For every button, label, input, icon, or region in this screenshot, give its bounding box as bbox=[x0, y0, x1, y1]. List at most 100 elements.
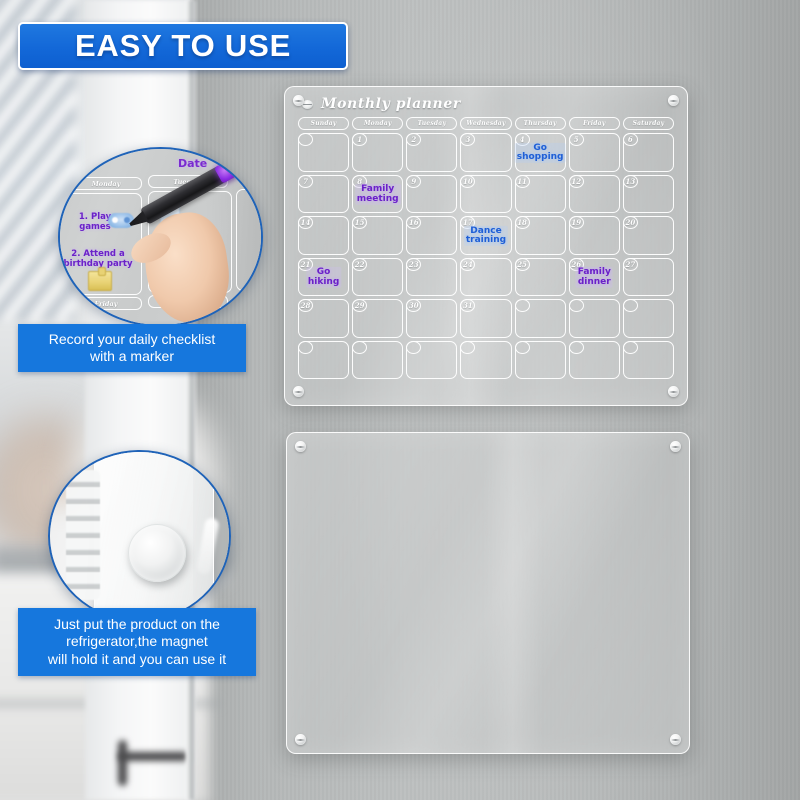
blank-magnet-top-right bbox=[670, 441, 681, 452]
day-note: Dance training bbox=[463, 225, 509, 247]
zoom-checklist-item-2: 2. Attend a birthday party bbox=[63, 249, 133, 270]
day-header-label: Tuesday bbox=[417, 120, 447, 127]
calendar-day-cell[interactable]: 15 bbox=[352, 216, 404, 255]
day-number bbox=[622, 340, 638, 354]
zoom-date-label: Date bbox=[178, 157, 208, 170]
fridge-door-white-panel bbox=[85, 0, 195, 800]
day-note: Family dinner bbox=[575, 267, 613, 288]
calendar-day-cell[interactable]: 28 bbox=[298, 299, 350, 338]
fridge-door-seam bbox=[186, 0, 194, 800]
calendar-day-cell[interactable]: 3 bbox=[460, 133, 512, 172]
zoom-header-friday: Friday bbox=[70, 297, 142, 310]
day-number bbox=[514, 299, 530, 312]
day-number: 6 bbox=[622, 133, 638, 146]
calendar-day-cell[interactable] bbox=[298, 340, 350, 379]
day-header-label: Sunday bbox=[310, 120, 337, 127]
day-number: 23 bbox=[406, 257, 422, 271]
calendar-day-cell[interactable]: 29 bbox=[352, 299, 404, 338]
calendar-day-cell[interactable]: 10 bbox=[460, 174, 512, 213]
acrylic-calendar-board[interactable]: Monthly planner Sunday Monday Tuesday Wedne… bbox=[284, 86, 688, 406]
calendar-day-cell[interactable]: 21 Go hiking bbox=[298, 257, 350, 296]
calendar-day-cell[interactable] bbox=[514, 340, 566, 379]
day-number: 19 bbox=[568, 216, 584, 229]
calendar-day-cell[interactable]: 6 bbox=[622, 133, 674, 172]
day-number bbox=[352, 340, 368, 354]
calendar-day-cell[interactable] bbox=[568, 299, 620, 338]
day-header-monday: Monday bbox=[352, 117, 404, 130]
calendar-day-cell[interactable] bbox=[406, 340, 458, 379]
magnet-bottom-left bbox=[293, 386, 304, 397]
zoom-circle-magnet bbox=[48, 450, 231, 622]
day-number: 20 bbox=[622, 216, 638, 229]
calendar-day-cell[interactable] bbox=[622, 340, 674, 379]
day-header-thursday: Thursday bbox=[514, 117, 566, 130]
calendar-day-cell[interactable]: 4 Go shopping bbox=[514, 133, 566, 172]
calendar-day-cell[interactable]: 30 bbox=[406, 299, 458, 338]
calendar-day-cell[interactable] bbox=[514, 299, 566, 338]
calendar-day-cell[interactable]: 22 bbox=[352, 257, 404, 296]
blank-magnet-bottom-right bbox=[670, 734, 681, 745]
calendar-day-cell[interactable]: 23 bbox=[406, 257, 458, 296]
blank-magnet-top-left bbox=[295, 441, 306, 452]
day-header-sunday: Sunday bbox=[298, 117, 350, 130]
caption-magnet: Just put the product on the refrigerator… bbox=[18, 608, 256, 676]
calendar-day-cell[interactable]: 20 bbox=[622, 216, 674, 255]
calendar-day-cell[interactable]: 14 bbox=[298, 216, 350, 255]
calendar-day-cell[interactable]: 1 bbox=[352, 133, 404, 172]
calendar-day-cell[interactable]: 25 bbox=[514, 257, 566, 296]
calendar-day-cell[interactable] bbox=[622, 299, 674, 338]
calendar-day-cell[interactable]: 8 Family meeting bbox=[352, 174, 404, 213]
cabinet-handle-stem bbox=[118, 740, 127, 786]
planner-title: Monthly planner bbox=[321, 96, 461, 112]
day-number: 10 bbox=[460, 174, 476, 188]
calendar-day-cell[interactable]: 24 bbox=[460, 257, 512, 296]
calendar-day-cell[interactable]: 13 bbox=[622, 174, 674, 213]
calendar-day-cell[interactable] bbox=[568, 340, 620, 379]
magnet-bottom-right bbox=[668, 386, 679, 397]
day-number bbox=[460, 340, 476, 354]
day-number: 29 bbox=[352, 299, 368, 312]
day-number: 28 bbox=[298, 299, 313, 312]
calendar-day-cell[interactable] bbox=[298, 133, 350, 172]
day-number: 15 bbox=[352, 216, 368, 229]
magnet-top-left bbox=[293, 95, 304, 106]
headline-text: EASY TO USE bbox=[74, 28, 292, 63]
magnet-disc-closeup-icon bbox=[128, 524, 186, 582]
day-header-label: Monday bbox=[363, 120, 392, 127]
calendar-grid: Sunday Monday Tuesday Wednesday Thursday Frid… bbox=[298, 117, 674, 379]
acrylic-blank-board[interactable] bbox=[286, 432, 690, 754]
caption-marker: Record your daily checklist with a marke… bbox=[18, 324, 246, 372]
calendar-day-cell[interactable]: 17 Dance training bbox=[460, 216, 512, 255]
day-header-label: Friday bbox=[583, 120, 606, 127]
calendar-day-cell[interactable]: 26 Family dinner bbox=[568, 257, 620, 296]
day-number: 9 bbox=[406, 174, 422, 188]
calendar-day-cell[interactable]: 12 bbox=[568, 174, 620, 213]
day-note: Go hiking bbox=[305, 267, 342, 288]
calendar-day-cell[interactable]: 7 bbox=[298, 174, 350, 213]
calendar-day-cell[interactable]: 18 bbox=[514, 216, 566, 255]
zoom-header-monday: Monday bbox=[70, 177, 142, 190]
calendar-day-cell[interactable]: 2 bbox=[406, 133, 458, 172]
calendar-day-cell[interactable] bbox=[352, 340, 404, 379]
calendar-day-cell[interactable]: 31 bbox=[460, 299, 512, 338]
calendar-day-cell[interactable]: 27 bbox=[622, 257, 674, 296]
day-number: 12 bbox=[568, 174, 584, 188]
day-header-label: Thursday bbox=[523, 120, 557, 127]
magnet-top-right bbox=[668, 95, 679, 106]
blank-board-reflection bbox=[483, 433, 543, 753]
calendar-day-cell[interactable]: 19 bbox=[568, 216, 620, 255]
day-number: 25 bbox=[514, 257, 530, 271]
calendar-day-cell[interactable]: 5 bbox=[568, 133, 620, 172]
day-number bbox=[568, 299, 584, 312]
day-number: 24 bbox=[460, 257, 476, 271]
calendar-day-cell[interactable]: 9 bbox=[406, 174, 458, 213]
cabinet-handle-icon bbox=[118, 752, 188, 761]
day-number bbox=[622, 299, 638, 312]
day-number: 3 bbox=[460, 133, 476, 146]
day-note: Family meeting bbox=[354, 184, 401, 205]
game-controller-sticker-icon bbox=[108, 213, 134, 228]
calendar-day-cell[interactable]: 11 bbox=[514, 174, 566, 213]
calendar-day-cell[interactable] bbox=[460, 340, 512, 379]
calendar-day-cell[interactable]: 16 bbox=[406, 216, 458, 255]
day-number bbox=[298, 340, 313, 354]
